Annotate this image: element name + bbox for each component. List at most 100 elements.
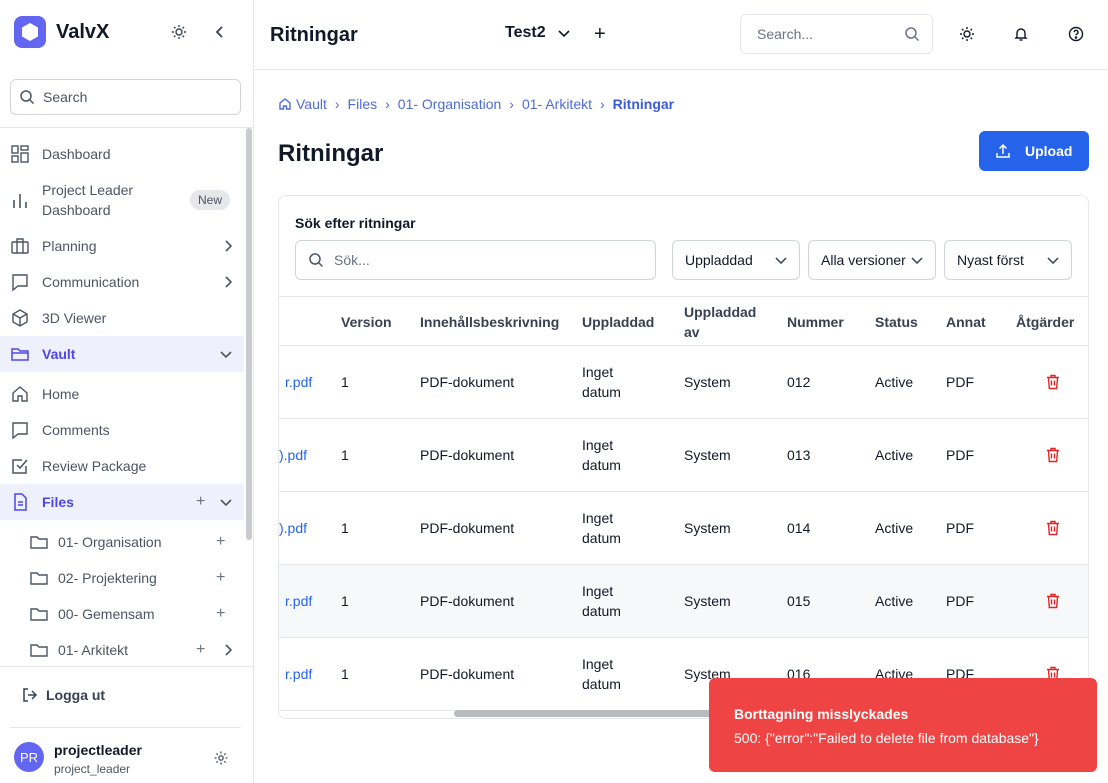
- delete-trash-icon[interactable]: [1046, 593, 1060, 609]
- sidebar-item-3d-viewer[interactable]: 3D Viewer: [0, 300, 244, 336]
- settings-gear-icon[interactable]: [212, 749, 230, 767]
- cell-other: PDF: [946, 447, 974, 463]
- error-toast[interactable]: Borttagning misslyckades 500: {"error":"…: [709, 678, 1097, 772]
- add-plus-icon[interactable]: +: [196, 641, 205, 659]
- breadcrumb-files[interactable]: Files: [348, 96, 378, 112]
- sidebar-search-input[interactable]: Search: [10, 79, 241, 115]
- theme-toggle-sun-icon[interactable]: [169, 22, 189, 42]
- add-plus-icon[interactable]: +: [216, 569, 225, 587]
- sidebar-item-planning[interactable]: Planning: [0, 228, 244, 264]
- sidebar-item-home[interactable]: Home: [0, 376, 244, 412]
- file-name-link[interactable]: r.pdf: [285, 591, 312, 611]
- theme-sun-icon[interactable]: [958, 25, 976, 43]
- valvx-logo-icon: [14, 16, 46, 48]
- sort-select[interactable]: Nyast först: [944, 240, 1072, 280]
- sidebar-item-dashboard[interactable]: Dashboard: [0, 136, 244, 172]
- delete-trash-icon[interactable]: [1046, 447, 1060, 463]
- sidebar: ValvX Search Dashboard Project Leader Da…: [0, 0, 254, 783]
- sort-value: Nyast först: [957, 252, 1024, 268]
- checkbox-icon: [12, 459, 28, 474]
- cell-other: PDF: [946, 520, 974, 536]
- app-name: ValvX: [56, 20, 110, 43]
- sidebar-item-communication[interactable]: Communication: [0, 264, 244, 300]
- table-row[interactable]: ).pdf 1 PDF-dokument Inget datum System …: [279, 419, 1088, 492]
- global-search-input[interactable]: Search...: [740, 14, 933, 54]
- column-header-uploaded-by-line2[interactable]: av: [684, 322, 700, 342]
- table-row[interactable]: ).pdf 1 PDF-dokument Inget datum System …: [279, 492, 1088, 565]
- sidebar-item-label-line2: Dashboard: [42, 202, 111, 218]
- notifications-bell-icon[interactable]: [1012, 25, 1030, 43]
- sidebar-item-vault[interactable]: Vault: [0, 336, 244, 372]
- sidebar-item-comments[interactable]: Comments: [0, 412, 244, 448]
- versions-filter-select[interactable]: Alla versioner: [808, 240, 936, 280]
- cell-uploaded-line2: datum: [582, 530, 621, 546]
- column-header-version[interactable]: Version: [341, 312, 392, 332]
- file-name-link[interactable]: r.pdf: [285, 372, 312, 392]
- folder-icon: [30, 572, 48, 585]
- table-row[interactable]: r.pdf 1 PDF-dokument Inget datum System …: [279, 565, 1088, 638]
- add-plus-icon[interactable]: +: [216, 605, 225, 623]
- sidebar-item-review-package[interactable]: Review Package: [0, 448, 244, 484]
- comment-icon: [12, 422, 28, 440]
- drawings-search-input[interactable]: Sök...: [295, 240, 656, 280]
- user-profile[interactable]: PR projectleader project_leader: [14, 742, 142, 776]
- breadcrumb-vault[interactable]: Vault: [296, 96, 327, 112]
- chevron-down-icon: [1047, 257, 1059, 264]
- topbar: Ritningar Test2 + Search...: [254, 0, 1108, 70]
- cell-description: PDF-dokument: [420, 666, 515, 682]
- column-header-uploaded-by-line1[interactable]: Uppladdad: [684, 302, 756, 322]
- folder-item-00-gemensam[interactable]: 00- Gemensam +: [0, 596, 244, 632]
- add-project-plus-icon[interactable]: +: [594, 23, 606, 45]
- folder-item-01-organisation[interactable]: 01- Organisation +: [0, 524, 244, 560]
- folder-label: 01- Arkitekt: [58, 642, 129, 658]
- delete-trash-icon[interactable]: [1046, 520, 1060, 536]
- help-question-icon[interactable]: [1067, 25, 1085, 43]
- cell-uploaded-line1: Inget: [582, 437, 614, 453]
- uploaded-filter-select[interactable]: Uppladdad: [672, 240, 800, 280]
- breadcrumb-arkitekt[interactable]: 01- Arkitekt: [522, 96, 592, 112]
- brand[interactable]: ValvX: [14, 16, 109, 48]
- file-name-link[interactable]: ).pdf: [279, 518, 307, 538]
- cell-status: Active: [875, 593, 914, 609]
- breadcrumb-current: Ritningar: [612, 96, 675, 112]
- toast-title: Borttagning misslyckades: [734, 706, 909, 722]
- new-badge: New: [190, 190, 231, 210]
- column-header-description[interactable]: Innehållsbeskrivning: [420, 312, 559, 332]
- sidebar-scrollbar[interactable]: [246, 128, 252, 540]
- add-plus-icon[interactable]: +: [216, 533, 225, 551]
- folder-item-02-projektering[interactable]: 02- Projektering +: [0, 560, 244, 596]
- cell-other: PDF: [946, 374, 974, 390]
- upload-button[interactable]: Upload: [979, 131, 1089, 171]
- project-selector[interactable]: Test2: [505, 24, 570, 42]
- folder-item-01-arkitekt[interactable]: 01- Arkitekt +: [0, 632, 244, 664]
- logout-icon: [23, 688, 38, 702]
- column-header-number[interactable]: Nummer: [787, 312, 844, 332]
- chevron-down-icon: [775, 257, 787, 264]
- file-name-link[interactable]: ).pdf: [279, 445, 307, 465]
- cell-version: 1: [341, 666, 349, 682]
- chevron-down-icon: [220, 499, 232, 506]
- cell-version: 1: [341, 374, 349, 390]
- upload-icon: [996, 143, 1010, 158]
- global-search-placeholder: Search...: [757, 26, 814, 42]
- sidebar-nav: Dashboard Project Leader Dashboard New P…: [0, 128, 244, 664]
- column-header-actions: Åtgärder: [1016, 314, 1075, 330]
- folder-open-icon: [11, 348, 29, 361]
- column-header-status[interactable]: Status: [875, 312, 918, 332]
- sidebar-item-files[interactable]: Files +: [0, 484, 244, 520]
- breadcrumb-organisation[interactable]: 01- Organisation: [398, 96, 502, 112]
- cell-description: PDF-dokument: [420, 520, 515, 536]
- column-header-other[interactable]: Annat: [946, 312, 986, 332]
- logout-button[interactable]: Logga ut: [22, 687, 105, 703]
- table-header: Version Innehållsbeskrivning Uppladdad U…: [279, 296, 1088, 346]
- table-row[interactable]: r.pdf 1 PDF-dokument Inget datum System …: [279, 346, 1088, 419]
- delete-trash-icon[interactable]: [1046, 374, 1060, 390]
- sidebar-item-label: Planning: [42, 238, 97, 254]
- collapse-sidebar-chevron-left-icon[interactable]: [210, 22, 230, 42]
- column-header-uploaded[interactable]: Uppladdad: [582, 312, 654, 332]
- uploaded-filter-value: Uppladdad: [685, 252, 753, 268]
- sidebar-item-project-leader-dashboard[interactable]: Project Leader Dashboard New: [0, 172, 244, 228]
- cell-uploaded-line2: datum: [582, 384, 621, 400]
- file-name-link[interactable]: r.pdf: [285, 664, 312, 684]
- add-folder-plus-icon[interactable]: +: [196, 493, 205, 511]
